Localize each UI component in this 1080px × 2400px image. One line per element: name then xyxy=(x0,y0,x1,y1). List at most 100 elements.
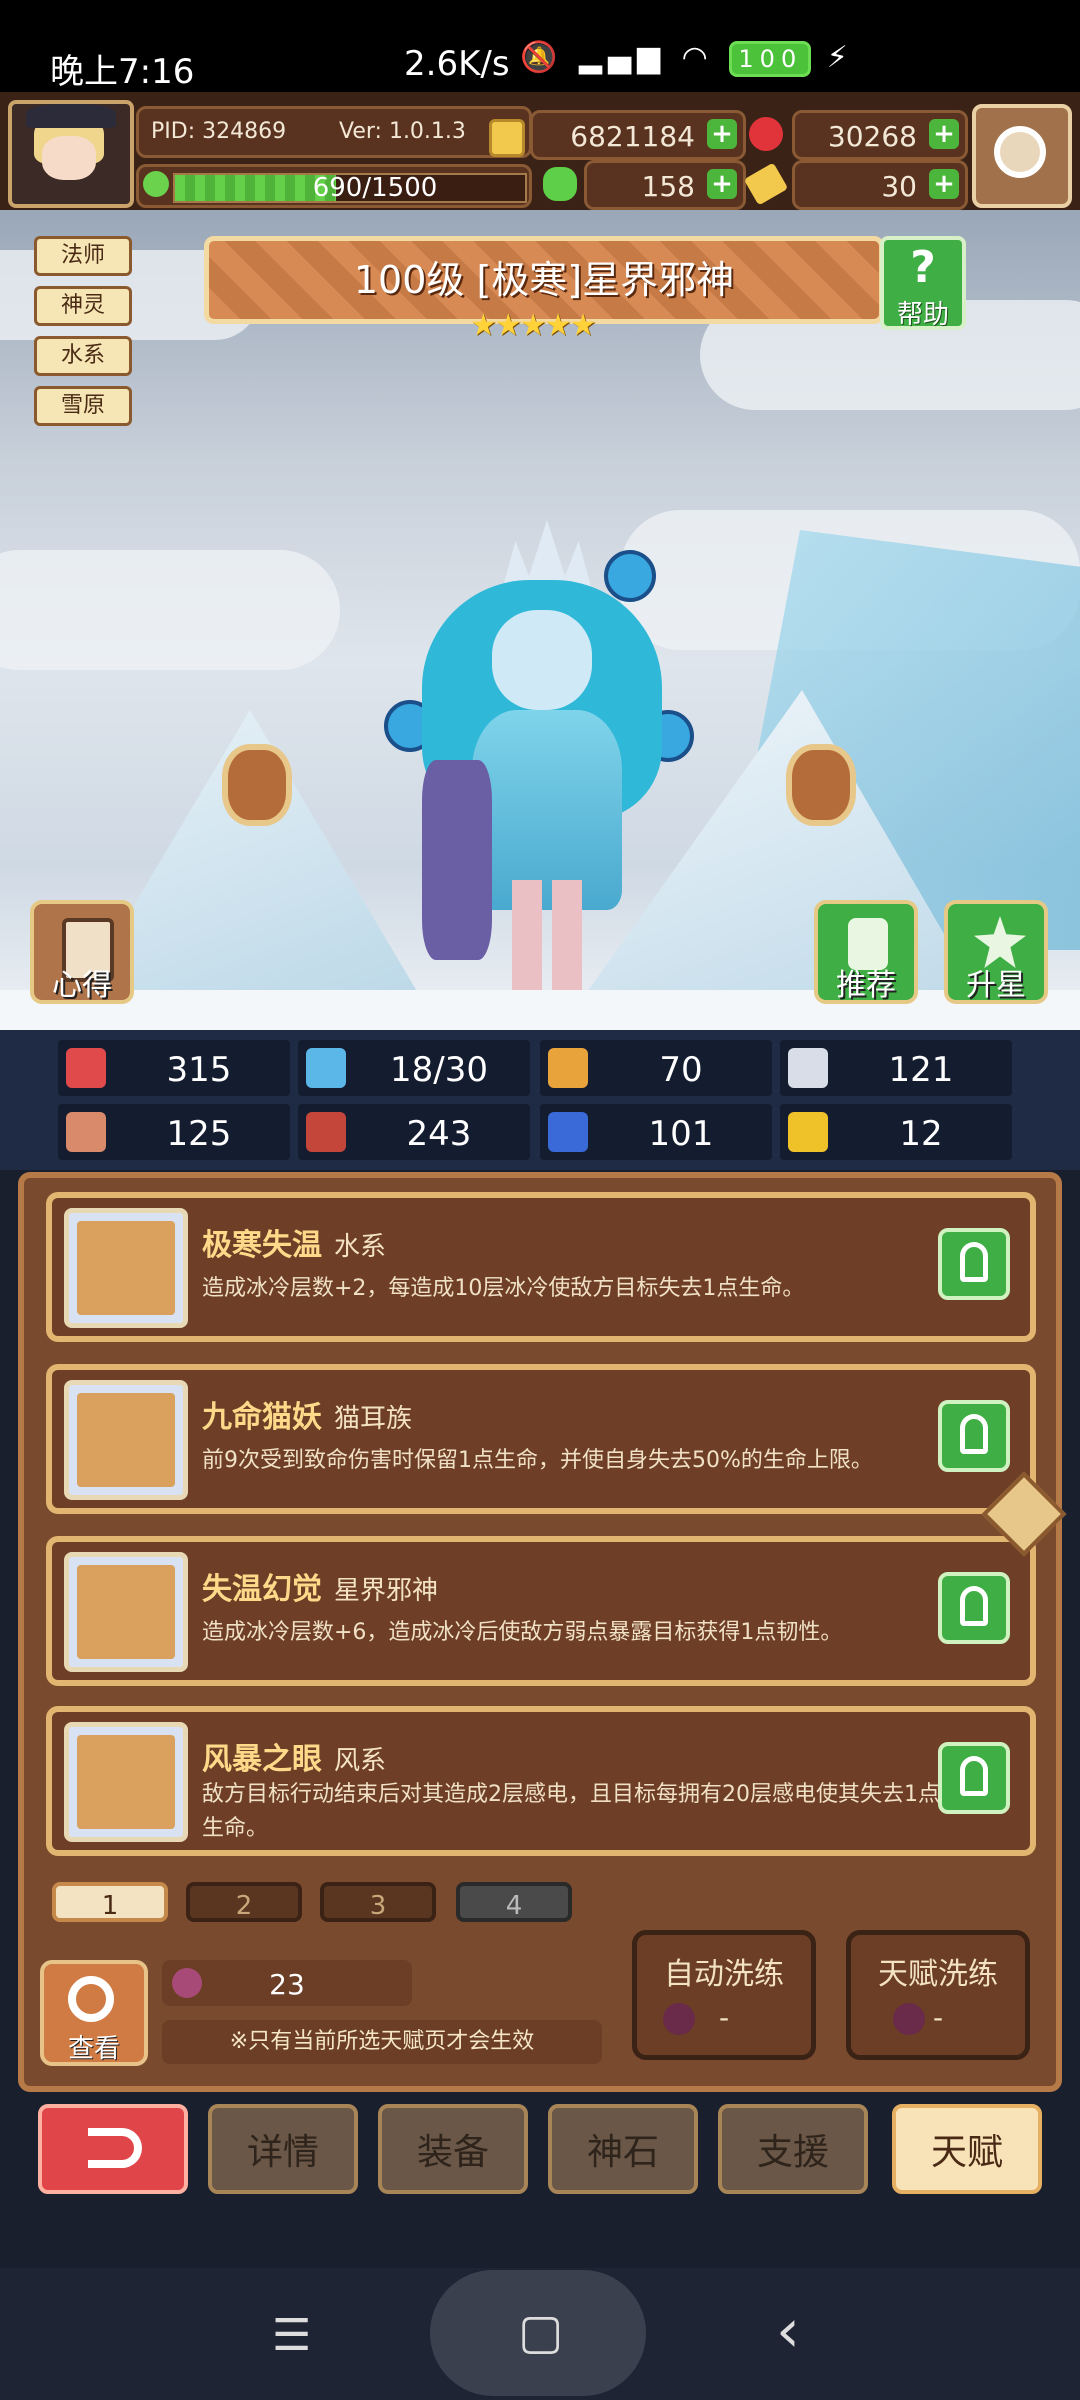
talent-tribe: 猫耳族 xyxy=(334,1404,413,1434)
gold-coin-icon xyxy=(489,119,525,157)
home-icon[interactable]: ▢ xyxy=(518,2304,563,2360)
status-time: 晚上7:16 xyxy=(50,52,195,92)
player-id: PID: 324869 xyxy=(151,119,287,144)
back-nav-icon[interactable]: ‹ xyxy=(776,2296,800,2366)
nav-support[interactable]: 支援 xyxy=(718,2104,868,2194)
ice-orb xyxy=(604,550,656,602)
add-gold-button[interactable]: + xyxy=(707,119,737,149)
gold-counter: 6821184 + xyxy=(489,110,746,160)
stat-value: 12 xyxy=(899,1114,943,1154)
add-clover-button[interactable]: + xyxy=(707,169,737,199)
talent-desc: 造成冰冷层数+2，每造成10层冰冷使敌方目标失去1点生命。 xyxy=(202,1276,805,1301)
talent-desc: 前9次受到致命伤害时保留1点生命，并使自身失去50%的生命上限。 xyxy=(202,1448,873,1473)
talent-icon xyxy=(64,1380,188,1500)
nav-talent[interactable]: 天赋 xyxy=(892,2104,1042,2194)
stat-water-drop: 18/30 xyxy=(298,1040,530,1096)
player-info: PID: 324869 Ver: 1.0.1.3 xyxy=(136,106,532,158)
view-button[interactable]: 查看 xyxy=(40,1960,148,2066)
add-gem-button[interactable]: + xyxy=(929,119,959,149)
xp-text: 690/1500 xyxy=(312,173,438,203)
xp-clover-icon xyxy=(143,171,169,197)
stat-boot: 101 xyxy=(540,1104,772,1160)
clover-icon xyxy=(543,167,577,201)
game-version: Ver: 1.0.1.3 xyxy=(339,119,466,144)
tag-element: 水系 xyxy=(34,336,132,376)
right-equip-slot[interactable] xyxy=(786,744,856,826)
talent-tribe: 风系 xyxy=(334,1746,387,1776)
network-speed: 2.6K/s xyxy=(404,44,510,84)
lock-toggle[interactable] xyxy=(938,1228,1010,1300)
talent-card[interactable]: 失温幻觉 星界邪神 造成冰冷层数+6，造成冰冷后使敌方弱点暴露目标获得1点韧性。 xyxy=(46,1536,1036,1686)
add-key-button[interactable]: + xyxy=(929,169,959,199)
fist-icon xyxy=(66,1112,106,1152)
wifi-icon: ◠ xyxy=(681,40,714,75)
lock-toggle[interactable] xyxy=(938,1742,1010,1814)
nav-details[interactable]: 详情 xyxy=(208,2104,358,2194)
talent-page-note: ※只有当前所选天赋页才会生效 xyxy=(162,2020,602,2064)
star-up-button[interactable]: 升星 xyxy=(944,900,1048,1004)
star-up-label: 升星 xyxy=(966,968,1026,1003)
battery-icon: 100 xyxy=(729,41,812,77)
talent-icon xyxy=(64,1552,188,1672)
view-label: 查看 xyxy=(67,2034,120,2064)
stat-value: 18/30 xyxy=(390,1050,488,1090)
page-tab-1[interactable]: 1 xyxy=(52,1882,168,1922)
nav-equipment[interactable]: 装备 xyxy=(378,2104,528,2194)
orb-count-value: 23 xyxy=(269,1968,305,2001)
hero-leg xyxy=(552,880,582,990)
recommend-label: 推荐 xyxy=(836,968,896,1003)
help-label: 帮助 xyxy=(896,300,949,330)
clover-counter: 158 + xyxy=(543,160,746,210)
gear-icon xyxy=(994,126,1046,178)
horseshoe-icon xyxy=(788,1112,828,1152)
page-tab-3[interactable]: 3 xyxy=(320,1882,436,1922)
talent-card[interactable]: 九命猫妖 猫耳族 前9次受到致命伤害时保留1点生命，并使自身失去50%的生命上限。 xyxy=(46,1364,1036,1514)
stat-value: 101 xyxy=(648,1114,714,1154)
lock-toggle[interactable] xyxy=(938,1572,1010,1644)
menu-icon[interactable]: ☰ xyxy=(272,2310,311,2361)
stat-book: 243 xyxy=(298,1104,530,1160)
help-button[interactable]: ? 帮助 xyxy=(880,236,966,330)
lock-toggle[interactable] xyxy=(938,1400,1010,1472)
settings-button[interactable] xyxy=(972,104,1072,208)
gem-value: 30268 xyxy=(827,120,917,153)
talent-wash-button[interactable]: 天赋洗练 - xyxy=(846,1930,1030,2060)
hero-star-rating: ★★★★★ xyxy=(470,308,596,343)
back-button[interactable] xyxy=(38,2104,188,2194)
lock-icon xyxy=(960,1586,988,1626)
talent-name: 九命猫妖 猫耳族 xyxy=(202,1400,413,1435)
left-equip-slot[interactable] xyxy=(222,744,292,826)
notes-button[interactable]: 心得 xyxy=(30,900,134,1004)
clover-value: 158 xyxy=(641,170,695,203)
hero-character xyxy=(384,520,694,1020)
lock-icon xyxy=(960,1756,988,1796)
auto-wash-button[interactable]: 自动洗练 - xyxy=(632,1930,816,2060)
page-tab-2[interactable]: 2 xyxy=(186,1882,302,1922)
question-icon: ? xyxy=(910,242,936,293)
recommend-button[interactable]: 推荐 xyxy=(814,900,918,1004)
talent-card[interactable]: 风暴之眼 风系 敌方目标行动结束后对其造成2层感电，且目标每拥有20层感电使其失去… xyxy=(46,1706,1036,1856)
stat-heart: 315 xyxy=(58,1040,290,1096)
talent-name: 极寒失温 水系 xyxy=(202,1228,387,1263)
boot-icon xyxy=(548,1112,588,1152)
tag-type: 神灵 xyxy=(34,286,132,326)
gold-value: 6821184 xyxy=(570,120,695,153)
player-avatar[interactable] xyxy=(8,100,134,208)
return-arrow-icon xyxy=(88,2128,142,2168)
stat-value: 243 xyxy=(406,1114,472,1154)
auto-wash-cost: - xyxy=(718,2001,730,2034)
nav-godstone[interactable]: 神石 xyxy=(548,2104,698,2194)
lock-icon xyxy=(960,1242,988,1282)
talent-icon xyxy=(64,1722,188,1842)
charging-icon: ⚡ xyxy=(826,40,854,75)
talent-tribe: 水系 xyxy=(334,1232,387,1262)
talent-name: 失温幻觉 星界邪神 xyxy=(202,1572,439,1607)
key-counter: 30 + xyxy=(743,160,968,210)
page-tab-4[interactable]: 4 xyxy=(456,1882,572,1922)
stat-fist: 125 xyxy=(58,1104,290,1160)
water-drop-icon xyxy=(306,1048,346,1088)
status-icons: 🔕 ▂▄▆ ◠ 100 ⚡ xyxy=(520,40,854,77)
tag-class: 法师 xyxy=(34,236,132,276)
wash-orb-counter: 23 xyxy=(162,1960,412,2006)
talent-card[interactable]: 极寒失温 水系 造成冰冷层数+2，每造成10层冰冷使敌方目标失去1点生命。 xyxy=(46,1192,1036,1342)
